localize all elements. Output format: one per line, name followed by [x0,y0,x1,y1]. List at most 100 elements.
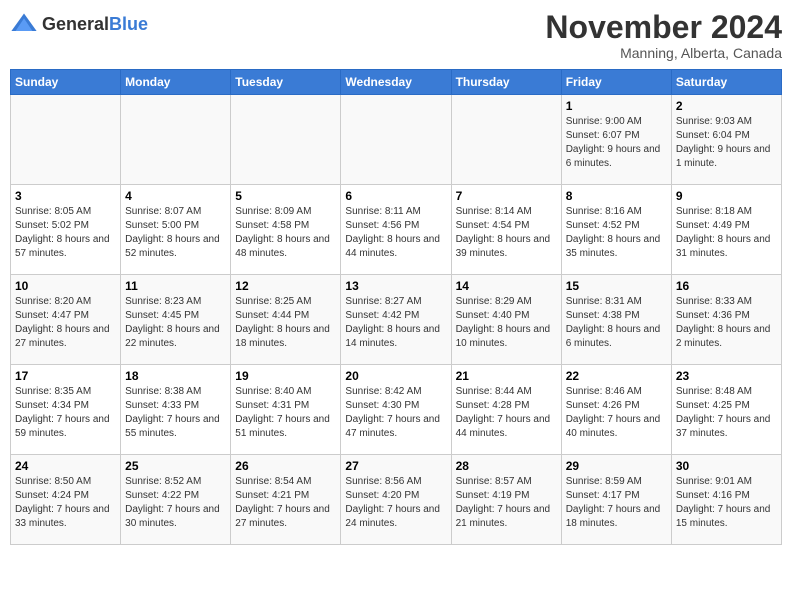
calendar-cell: 29Sunrise: 8:59 AM Sunset: 4:17 PM Dayli… [561,455,671,545]
day-info: Sunrise: 8:44 AM Sunset: 4:28 PM Dayligh… [456,385,557,441]
day-number: 4 [125,189,226,203]
calendar-cell: 3Sunrise: 8:05 AM Sunset: 5:02 PM Daylig… [11,185,121,275]
day-number: 14 [456,279,557,293]
day-info: Sunrise: 9:01 AM Sunset: 4:16 PM Dayligh… [676,475,777,531]
day-number: 8 [566,189,667,203]
calendar-cell: 24 Sunrise: 8:50 AM Sunset: 4:24 PM Dayli… [11,455,121,545]
day-info: Sunrise: 8:07 AM Sunset: 5:00 PM Dayligh… [125,205,226,261]
calendar-cell: 4 Sunrise: 8:07 AM Sunset: 5:00 PM Daylig… [121,185,231,275]
calendar-cell: 19 Sunrise: 8:40 AM Sunset: 4:31 PM Dayli… [231,365,341,455]
weekday-row: SundayMondayTuesdayWednesdayThursdayFrid… [11,70,782,95]
title-area: November 2024 Manning, Alberta, Canada [545,10,782,61]
calendar-week: 3Sunrise: 8:05 AM Sunset: 5:02 PM Daylig… [11,185,782,275]
day-number: 23 [676,369,777,383]
calendar-cell: 21 Sunrise: 8:44 AM Sunset: 4:28 PM Dayli… [451,365,561,455]
day-number: 20 [345,369,446,383]
weekday-header: Sunday [11,70,121,95]
day-info: Sunrise: 8:38 AM Sunset: 4:33 PM Dayligh… [125,385,226,441]
calendar-table: SundayMondayTuesdayWednesdayThursdayFrid… [10,69,782,545]
logo-blue: Blue [109,14,148,34]
day-info: Sunrise: 8:14 AM Sunset: 4:54 PM Dayligh… [456,205,557,261]
day-number: 15 [566,279,667,293]
calendar-cell: 5 Sunrise: 8:09 AM Sunset: 4:58 PM Daylig… [231,185,341,275]
calendar-week: 17 Sunrise: 8:35 AM Sunset: 4:34 PM Dayli… [11,365,782,455]
header: GeneralBlue November 2024 Manning, Alber… [10,10,782,61]
weekday-header: Monday [121,70,231,95]
day-number: 21 [456,369,557,383]
day-info: Sunrise: 9:00 AM Sunset: 6:07 PM Dayligh… [566,115,667,171]
calendar-cell: 15 Sunrise: 8:31 AM Sunset: 4:38 PM Dayli… [561,275,671,365]
day-number: 25 [125,459,226,473]
day-info: Sunrise: 8:09 AM Sunset: 4:58 PM Dayligh… [235,205,336,261]
calendar-cell [451,95,561,185]
day-info: Sunrise: 8:57 AM Sunset: 4:19 PM Dayligh… [456,475,557,531]
day-number: 10 [15,279,116,293]
day-number: 6 [345,189,446,203]
calendar-cell: 11 Sunrise: 8:23 AM Sunset: 4:45 PM Dayli… [121,275,231,365]
calendar-cell: 13 Sunrise: 8:27 AM Sunset: 4:42 PM Dayli… [341,275,451,365]
day-number: 22 [566,369,667,383]
calendar-cell: 20 Sunrise: 8:42 AM Sunset: 4:30 PM Dayli… [341,365,451,455]
calendar-header: SundayMondayTuesdayWednesdayThursdayFrid… [11,70,782,95]
calendar-cell [121,95,231,185]
calendar-cell [11,95,121,185]
logo-general: General [42,14,109,34]
day-info: Sunrise: 8:48 AM Sunset: 4:25 PM Dayligh… [676,385,777,441]
day-info: Sunrise: 8:16 AM Sunset: 4:52 PM Dayligh… [566,205,667,261]
day-number: 24 [15,459,116,473]
day-info: Sunrise: 8:46 AM Sunset: 4:26 PM Dayligh… [566,385,667,441]
day-info: Sunrise: 8:40 AM Sunset: 4:31 PM Dayligh… [235,385,336,441]
day-number: 1 [566,99,667,113]
day-info: Sunrise: 8:31 AM Sunset: 4:38 PM Dayligh… [566,295,667,351]
calendar-cell: 23 Sunrise: 8:48 AM Sunset: 4:25 PM Dayli… [671,365,781,455]
calendar-cell: 18Sunrise: 8:38 AM Sunset: 4:33 PM Dayli… [121,365,231,455]
day-info: Sunrise: 8:42 AM Sunset: 4:30 PM Dayligh… [345,385,446,441]
day-info: Sunrise: 8:35 AM Sunset: 4:34 PM Dayligh… [15,385,116,441]
weekday-header: Tuesday [231,70,341,95]
calendar-cell [231,95,341,185]
day-number: 28 [456,459,557,473]
calendar-cell: 2Sunrise: 9:03 AM Sunset: 6:04 PM Daylig… [671,95,781,185]
calendar-cell: 1 Sunrise: 9:00 AM Sunset: 6:07 PM Daylig… [561,95,671,185]
calendar-body: 1 Sunrise: 9:00 AM Sunset: 6:07 PM Daylig… [11,95,782,545]
day-number: 9 [676,189,777,203]
day-number: 11 [125,279,226,293]
day-info: Sunrise: 8:54 AM Sunset: 4:21 PM Dayligh… [235,475,336,531]
calendar-week: 1 Sunrise: 9:00 AM Sunset: 6:07 PM Daylig… [11,95,782,185]
day-info: Sunrise: 8:29 AM Sunset: 4:40 PM Dayligh… [456,295,557,351]
calendar-week: 24 Sunrise: 8:50 AM Sunset: 4:24 PM Dayli… [11,455,782,545]
day-number: 2 [676,99,777,113]
day-number: 19 [235,369,336,383]
day-info: Sunrise: 8:33 AM Sunset: 4:36 PM Dayligh… [676,295,777,351]
calendar-cell: 27 Sunrise: 8:56 AM Sunset: 4:20 PM Dayli… [341,455,451,545]
day-number: 7 [456,189,557,203]
day-info: Sunrise: 8:56 AM Sunset: 4:20 PM Dayligh… [345,475,446,531]
month-title: November 2024 [545,10,782,45]
calendar-cell: 16 Sunrise: 8:33 AM Sunset: 4:36 PM Dayli… [671,275,781,365]
calendar-cell [341,95,451,185]
logo-text: GeneralBlue [42,14,148,35]
day-number: 26 [235,459,336,473]
day-number: 16 [676,279,777,293]
calendar-cell: 14 Sunrise: 8:29 AM Sunset: 4:40 PM Dayli… [451,275,561,365]
weekday-header: Thursday [451,70,561,95]
day-number: 27 [345,459,446,473]
day-info: Sunrise: 8:23 AM Sunset: 4:45 PM Dayligh… [125,295,226,351]
day-number: 30 [676,459,777,473]
calendar-week: 10Sunrise: 8:20 AM Sunset: 4:47 PM Dayli… [11,275,782,365]
day-number: 13 [345,279,446,293]
weekday-header: Saturday [671,70,781,95]
calendar-cell: 30 Sunrise: 9:01 AM Sunset: 4:16 PM Dayli… [671,455,781,545]
day-info: Sunrise: 8:50 AM Sunset: 4:24 PM Dayligh… [15,475,116,531]
day-number: 17 [15,369,116,383]
day-number: 12 [235,279,336,293]
day-info: Sunrise: 8:59 AM Sunset: 4:17 PM Dayligh… [566,475,667,531]
calendar-cell: 6 Sunrise: 8:11 AM Sunset: 4:56 PM Daylig… [341,185,451,275]
day-info: Sunrise: 8:18 AM Sunset: 4:49 PM Dayligh… [676,205,777,261]
day-info: Sunrise: 8:25 AM Sunset: 4:44 PM Dayligh… [235,295,336,351]
calendar-cell: 22 Sunrise: 8:46 AM Sunset: 4:26 PM Dayli… [561,365,671,455]
day-number: 5 [235,189,336,203]
day-info: Sunrise: 8:11 AM Sunset: 4:56 PM Dayligh… [345,205,446,261]
day-info: Sunrise: 8:27 AM Sunset: 4:42 PM Dayligh… [345,295,446,351]
calendar-cell: 17 Sunrise: 8:35 AM Sunset: 4:34 PM Dayli… [11,365,121,455]
